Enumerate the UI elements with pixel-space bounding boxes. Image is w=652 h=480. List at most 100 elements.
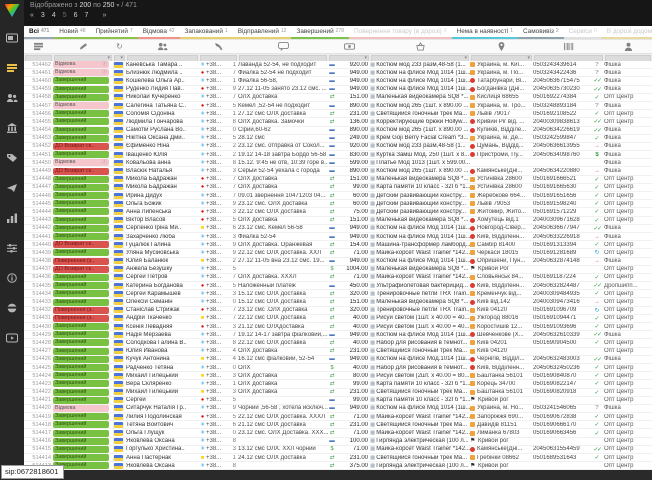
orders-list-icon[interactable] xyxy=(0,57,24,79)
status-badge[interactable]: Завершений xyxy=(53,118,109,125)
privacy-mask-icon[interactable] xyxy=(0,297,24,319)
barcode-icon[interactable] xyxy=(533,40,604,53)
status-badge[interactable]: Завершений xyxy=(53,299,109,306)
info-icon[interactable] xyxy=(0,267,24,289)
money-icon[interactable] xyxy=(328,40,370,53)
status-badge[interactable]: Завершений xyxy=(53,331,109,338)
status-badge[interactable]: Завершений xyxy=(53,372,109,379)
status-badge[interactable]: Завершений xyxy=(53,454,109,461)
status-badge[interactable]: Завершений xyxy=(53,364,109,371)
page-size-dropdown-icon[interactable]: ▾ xyxy=(116,3,119,9)
table-row[interactable]: 514418ЗавершенийТетяна Войтович✳+38...62… xyxy=(24,421,652,429)
tab-1[interactable]: Всі471 xyxy=(24,26,54,39)
status-badge[interactable]: ДО Возврат ск.. xyxy=(53,266,109,273)
stats-chart-icon[interactable] xyxy=(0,207,24,229)
table-row[interactable]: 514439ЗавершенийУляна Мусійовська✳+38...… xyxy=(24,249,652,257)
status-badge[interactable]: Завершений xyxy=(53,86,109,93)
status-badge[interactable]: Завершений xyxy=(53,110,109,117)
company-icon[interactable] xyxy=(0,117,24,139)
table-row[interactable]: 514429ЗавершенийНадія Мерзаева✳+38...719… xyxy=(24,331,652,339)
comment-bubble-icon[interactable] xyxy=(238,40,328,53)
status-badge[interactable]: ДО Возврат ск.. xyxy=(53,143,109,150)
customers-icon[interactable] xyxy=(0,87,24,109)
tab-12[interactable]: В дорозі додому0 xyxy=(602,26,652,39)
status-badge[interactable]: Завершений xyxy=(53,77,109,84)
clients-icon[interactable] xyxy=(126,40,199,53)
status-badge[interactable]: Завершений xyxy=(53,233,109,240)
table-row[interactable]: 514428ЗавершенийСолодкова Галина В..✳+38… xyxy=(24,339,652,347)
table-row[interactable]: 514437ДО Возврат ск..Анжела Безушку✳+38.… xyxy=(24,266,652,274)
table-row[interactable]: 514453ЗавершенийНікітіна Оксана Дми..✳+3… xyxy=(24,135,652,143)
status-badge[interactable]: Завершений xyxy=(53,421,109,428)
page-number-4[interactable]: 4 xyxy=(52,12,56,19)
tab-6[interactable]: Відправлений12 xyxy=(233,26,292,39)
table-row[interactable]: 514443ЗавершенийВіктор Власов●+38...5ОЛХ… xyxy=(24,217,652,225)
table-row[interactable]: 514457ВідмоваСалегина Татьяна С..●+38...… xyxy=(24,102,652,110)
status-badge[interactable]: Завершений xyxy=(53,446,109,453)
table-row[interactable]: 514456ЗавершенийСоломія Сідоніна✳+38...1… xyxy=(24,110,652,118)
status-badge[interactable]: Відмова xyxy=(53,102,109,109)
tab-5[interactable]: Запакований1 xyxy=(180,26,233,39)
table-row[interactable]: 514458ЗавершенийНиколай Кучеренко✳+38...… xyxy=(24,94,652,102)
status-badge[interactable]: Завершений xyxy=(53,380,109,387)
page-number-5[interactable]: 5 xyxy=(63,12,67,19)
last-page-icon[interactable]: » xyxy=(102,12,106,19)
table-row[interactable]: 514452ДО Возврат ск..Єфименко Ніна✳+38..… xyxy=(24,143,652,151)
table-row[interactable]: 514431Повернення (з..Андрій Ткаченко■+38… xyxy=(24,315,652,323)
settings-sliders-icon[interactable] xyxy=(0,237,24,259)
table-row[interactable]: 514459ЗавершенийРуденко Лидия Пав..●+38.… xyxy=(24,86,652,94)
status-badge[interactable]: Завершений xyxy=(53,135,109,142)
status-badge[interactable]: Відмова xyxy=(53,405,109,412)
send-icon[interactable] xyxy=(0,177,24,199)
table-row[interactable]: 514454ЗавершенийСамотій Руслана Во..✳+38… xyxy=(24,127,652,135)
table-row[interactable]: 514417ЗавершенийОльга Глущук✳+38...023.1… xyxy=(24,429,652,437)
table-row[interactable]: 514432Повернення (з..Станіслав Стрижак●+… xyxy=(24,307,652,315)
status-badge[interactable]: Завершений xyxy=(53,356,109,363)
video-tutorial-icon[interactable] xyxy=(0,327,24,349)
table-row[interactable]: 514430ЗавершенийКсенія Левадняя●+38...32… xyxy=(24,323,652,331)
page-number-7[interactable]: 7 xyxy=(85,12,89,19)
table-row[interactable]: 514460ЗавершенийКошелева Ольга Ар..✳+38.… xyxy=(24,77,652,85)
table-row[interactable]: 514425ЗавершенийРадченко Тетяна✳+38...0О… xyxy=(24,364,652,372)
tab-9[interactable]: Нема в наявності1 xyxy=(452,26,518,39)
table-row[interactable]: 514448ЗавершенийМикола Бадражан●+38...7О… xyxy=(24,176,652,184)
tab-3[interactable]: Прийнятий7 xyxy=(91,26,138,39)
tab-7[interactable]: Завершений278 xyxy=(291,26,349,39)
status-badge[interactable]: Завершений xyxy=(53,282,109,289)
status-badge[interactable]: Завершений xyxy=(53,339,109,346)
status-badge[interactable]: Завершений xyxy=(53,323,109,330)
status-badge[interactable]: Завершений xyxy=(53,217,109,224)
table-row[interactable]: 514414ЗавершенийАнна Пастернак■+38...124… xyxy=(24,454,652,462)
table-row[interactable]: 514419ЗавершенийЛилия Подолинская●+38...… xyxy=(24,413,652,421)
table-row[interactable]: 514424ЗавершенийМихаил Гилецький■+38...3… xyxy=(24,372,652,380)
status-badge[interactable]: Відмоваⓘ xyxy=(53,159,109,166)
table-row[interactable]: 514449ДО Возврат ск..Власюк Наталья✳+38.… xyxy=(24,167,652,175)
table-row[interactable]: 514462ВідмоваⓘКаневська Тамара ..✳+38...… xyxy=(24,61,652,69)
status-badge[interactable]: Повернення (з.. xyxy=(53,258,109,265)
sip-call-bar[interactable]: sip:0672818601 xyxy=(1,465,64,479)
location-pin-icon[interactable] xyxy=(470,40,533,53)
tab-11[interactable]: Сервіси0 xyxy=(564,26,602,39)
status-badge[interactable]: Завершений xyxy=(53,184,109,191)
table-row[interactable]: 514436ЗавершенийСергей Петров✳+38...7ОЛХ… xyxy=(24,274,652,282)
status-badge[interactable]: Завершений xyxy=(53,430,109,437)
manager-person-icon[interactable] xyxy=(604,40,652,53)
status-badge[interactable]: Повернення (з.. xyxy=(53,315,109,322)
status-badge[interactable]: Завершений xyxy=(53,438,109,445)
status-badge[interactable]: Завершений xyxy=(53,249,109,256)
table-row[interactable]: 514422ЗавершенийМихаил Гилецький■+38...3… xyxy=(24,389,652,397)
status-badge[interactable]: Завершений xyxy=(53,94,109,101)
table-row[interactable]: 514444ЗавершенийАнна Липенська●+38...322… xyxy=(24,208,652,216)
status-badge[interactable]: Завершений xyxy=(53,290,109,297)
table-row[interactable]: 514447ЗавершенийМикола Бадражан●+38...7О… xyxy=(24,184,652,192)
refresh-icon[interactable]: ↻ xyxy=(113,40,126,53)
table-row[interactable]: 514413ЗавершенийЯковлева Оксана✳+38...8⇄… xyxy=(24,462,652,470)
table-row[interactable]: 514416ЗавершенийЯковлева Оксана✳+38...8▬… xyxy=(24,438,652,446)
list-icon[interactable] xyxy=(24,40,53,53)
status-badge[interactable]: Завершений xyxy=(53,348,109,355)
status-badge[interactable]: ДО Возврат ск.. xyxy=(53,241,109,248)
table-row[interactable]: 514446ЗавершенийИрина Дидух✳+38...709.01… xyxy=(24,192,652,200)
status-badge[interactable]: Завершений xyxy=(53,208,109,215)
status-badge[interactable]: Відмоваⓘ xyxy=(53,69,109,76)
table-row[interactable]: 514445ЗавершенийОльга Божик✳+38...923.12… xyxy=(24,200,652,208)
